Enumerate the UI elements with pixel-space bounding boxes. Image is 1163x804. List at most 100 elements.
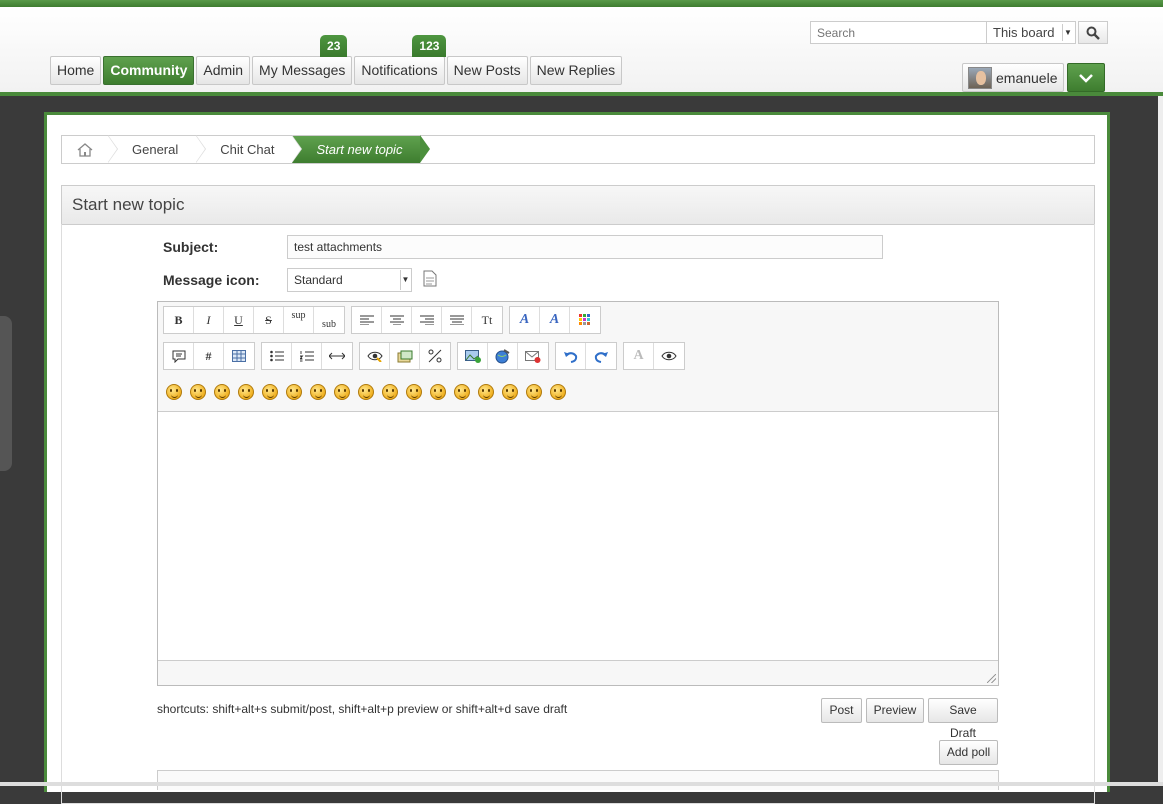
percent-button[interactable] (420, 343, 450, 369)
numbered-list-icon (299, 351, 314, 362)
spoiler-button[interactable] (360, 343, 390, 369)
search-scope-select[interactable]: This board ▼ (986, 21, 1076, 44)
undecided-icon[interactable] (478, 384, 494, 400)
subject-input[interactable]: test attachments (287, 235, 883, 259)
notifications-count-badge: 123 (412, 35, 447, 57)
font-face-button[interactable]: A (510, 307, 540, 333)
font-size-button[interactable]: A (540, 307, 570, 333)
breadcrumb-general[interactable]: General (108, 135, 207, 163)
remove-format-button[interactable]: A (624, 343, 654, 369)
attachments-area (157, 770, 999, 790)
align-right-icon (419, 315, 434, 325)
align-left-button[interactable] (352, 307, 382, 333)
undo-button[interactable] (556, 343, 586, 369)
kiss-icon[interactable] (502, 384, 518, 400)
numbered-list-button[interactable] (292, 343, 322, 369)
email-icon (525, 350, 541, 363)
chevron-down-icon: ▼ (1062, 24, 1073, 41)
nav-notifications[interactable]: 123 Notifications (354, 35, 447, 85)
user-menu-toggle[interactable] (1067, 63, 1105, 92)
side-panel-handle[interactable] (0, 316, 12, 471)
strikethrough-button[interactable]: S (254, 307, 284, 333)
add-poll-button[interactable]: Add poll (939, 740, 998, 765)
scrollbar[interactable] (1158, 96, 1163, 782)
teletype-button[interactable]: Tt (472, 307, 502, 333)
message-editor: B I U S sup sub Tt A A # A (157, 301, 999, 686)
underline-button[interactable]: U (224, 307, 254, 333)
user-profile-button[interactable]: emanuele (962, 63, 1064, 92)
nav-new-replies[interactable]: New Replies (529, 56, 623, 85)
resize-handle-icon[interactable] (987, 674, 996, 683)
angel-icon[interactable] (550, 384, 566, 400)
nav-my-messages[interactable]: 23 My Messages (252, 35, 353, 85)
post-button[interactable]: Post (821, 698, 862, 723)
search-button[interactable] (1078, 21, 1108, 44)
insert-link-button[interactable] (488, 343, 518, 369)
insert-email-button[interactable] (518, 343, 548, 369)
search-input[interactable] (810, 21, 986, 44)
nav-home[interactable]: Home (50, 56, 102, 85)
save-draft-button[interactable]: Save Draft (928, 698, 998, 740)
grin-icon[interactable] (238, 384, 254, 400)
cool-icon[interactable] (358, 384, 374, 400)
horizontal-rule-button[interactable] (322, 343, 352, 369)
font-face-icon: A (519, 312, 530, 327)
bullet-list-button[interactable] (262, 343, 292, 369)
wink-icon[interactable] (190, 384, 206, 400)
message-textarea[interactable] (158, 411, 998, 661)
status-bar (0, 782, 1163, 786)
chevron-down-icon: ▼ (400, 270, 410, 290)
breadcrumb-chit-chat[interactable]: Chit Chat (196, 135, 303, 163)
username: emanuele (996, 69, 1058, 86)
site-header: This board ▼ Home Community Admin 23 My … (0, 7, 1163, 96)
rolleyes-icon[interactable] (334, 384, 350, 400)
redo-icon (594, 351, 608, 363)
nav-new-posts[interactable]: New Posts (446, 56, 528, 85)
italic-button[interactable]: I (194, 307, 224, 333)
nav-admin[interactable]: Admin (196, 56, 251, 85)
cry-icon[interactable] (526, 384, 542, 400)
bold-button[interactable]: B (164, 307, 194, 333)
code-button[interactable]: # (194, 343, 224, 369)
smiley-icon[interactable] (166, 384, 182, 400)
image-icon (464, 349, 481, 363)
angry-icon[interactable] (262, 384, 278, 400)
justify-button[interactable] (442, 307, 472, 333)
insert-media-button[interactable] (390, 343, 420, 369)
breadcrumb-home[interactable] (62, 135, 118, 163)
align-center-button[interactable] (382, 307, 412, 333)
breadcrumb: General Chit Chat Start new topic (61, 135, 1095, 164)
shortcuts-hint: shortcuts: shift+alt+s submit/post, shif… (157, 702, 568, 716)
smiley-bar (166, 384, 566, 400)
subscript-button[interactable]: sub (314, 307, 344, 333)
embarrassed-icon[interactable] (430, 384, 446, 400)
main-content: General Chit Chat Start new topic Start … (44, 112, 1110, 804)
preview-button[interactable]: Preview (866, 698, 924, 723)
quote-icon (172, 350, 185, 363)
superscript-button[interactable]: sup (284, 307, 314, 333)
preview-toggle-button[interactable] (654, 343, 684, 369)
cheesy-icon[interactable] (214, 384, 230, 400)
horizontal-rule-icon (329, 352, 345, 360)
shocked-icon[interactable] (310, 384, 326, 400)
redo-button[interactable] (586, 343, 616, 369)
message-icon-select[interactable]: Standard ▼ (287, 268, 412, 292)
eye-icon (661, 351, 677, 361)
table-icon (232, 350, 246, 362)
table-button[interactable] (224, 343, 254, 369)
huh-icon[interactable] (382, 384, 398, 400)
globe-link-icon (495, 348, 510, 363)
lips-sealed-icon[interactable] (454, 384, 470, 400)
search-bar: This board ▼ (810, 21, 1108, 44)
nav-community[interactable]: Community (103, 56, 195, 85)
insert-image-button[interactable] (458, 343, 488, 369)
editor-toolbar-row2: # A (163, 342, 685, 370)
eye-icon (366, 351, 383, 362)
bullet-list-icon (269, 350, 284, 362)
sad-icon[interactable] (286, 384, 302, 400)
quote-button[interactable] (164, 343, 194, 369)
page-title: Start new topic (61, 185, 1095, 225)
tongue-icon[interactable] (406, 384, 422, 400)
align-right-button[interactable] (412, 307, 442, 333)
font-color-button[interactable] (570, 307, 600, 333)
